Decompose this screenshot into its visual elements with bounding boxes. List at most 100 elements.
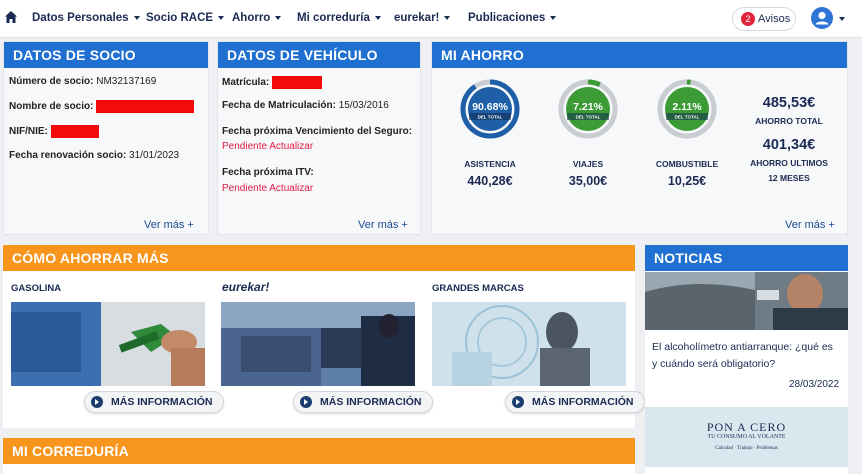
socio-card: DATOS DE SOCIO Número de socio: NM321371… [3,41,209,235]
como-ahorrar-title: CÓMO AHORRAR MÁS [3,245,635,271]
arrow-right-icon [512,396,524,408]
eurekar-image[interactable] [221,302,415,386]
chevron-down-icon [133,15,140,20]
chevron-down-icon [550,15,557,20]
category-title-grandes-marcas: GRANDES MARCAS [432,283,524,294]
nav-publicaciones[interactable]: Publicaciones [468,12,557,24]
news-image[interactable] [645,272,848,330]
nav-mi-correduria[interactable]: Mi correduría [297,12,381,24]
ahorro-ultimos-value: 401,34€ [762,137,816,153]
donut-chart: 2.11% DEL TOTAL [657,79,717,139]
donut-amount: 10,25€ [667,174,707,188]
donut-percent-label: 2.11% [672,101,702,113]
socio-renovacion: Fecha renovación socio: 31/01/2023 [9,150,180,161]
nav-eurekar[interactable]: eurekar! [394,12,451,24]
donut-chart: 7.21% DEL TOTAL [558,79,618,139]
chevron-down-icon [275,15,282,20]
top-navigation: Datos Personales Socio RACE Ahorro Mi co… [0,0,862,38]
category-title-gasolina: GASOLINA [11,283,62,294]
arrow-right-icon [91,396,103,408]
mas-informacion-gasolina-button[interactable]: MÁS INFORMACIÓN [84,391,224,413]
redacted-block [272,76,323,89]
mas-informacion-grandes-marcas-button[interactable]: MÁS INFORMACIÓN [505,391,645,413]
donut-amount: 35,00€ [568,174,608,188]
redacted-block [96,100,195,113]
avisos-button[interactable]: 2 Avisos [732,7,796,31]
user-avatar-icon [815,11,829,25]
donut-percent-label: 7.21% [573,101,603,113]
chevron-down-icon [374,15,381,20]
donut-sub-label: DEL TOTAL [675,115,700,120]
donut-viajes: 7.21% DEL TOTAL [557,78,619,140]
socio-nif: NIF/NIE: [9,125,99,138]
vehiculo-seguro-label: Fecha próxima Vencimiento del Seguro: [222,126,413,137]
correduria-title: MI CORREDURÍA [3,438,635,464]
vehiculo-seguro-value: Pendiente Actualizar [222,141,314,152]
nav-label: eurekar! [394,12,440,24]
gasolina-image[interactable] [11,302,205,386]
socio-ver-mas-link[interactable]: Ver más + [144,219,194,231]
nav-datos-personales[interactable]: Datos Personales [32,12,140,24]
nav-label: Mi correduría [297,12,370,24]
vehiculo-fecha-matriculacion: Fecha de Matriculación: 15/03/2016 [222,100,389,111]
ahorro-total-value: 485,53€ [762,95,816,111]
eurekar-logo: eurekar! [222,280,270,294]
donut-chart: 90.68% DEL TOTAL [460,79,520,139]
ahorro-card-title: MI AHORRO [432,42,847,68]
avisos-count-badge: 2 [741,12,755,26]
ahorro-ultimos-label: AHORRO ULTIMOS [750,158,828,168]
arrow-right-icon [300,396,312,408]
nav-label: Socio RACE [146,12,214,24]
banner-small-text: Calculad · Trabajo · Problemas [715,446,778,451]
donut-name: VIAJES [572,159,604,169]
news-date: 28/03/2022 [789,379,840,390]
donut-asistencia: 90.68% DEL TOTAL [459,78,521,140]
banner-title: PON A CERO [706,420,787,434]
user-menu-button[interactable] [811,7,845,29]
vehiculo-itv-value: Pendiente Actualizar [222,183,314,194]
ahorro-ver-mas-link[interactable]: Ver más + [785,219,835,231]
ahorro-ultimos-label-2: 12 MESES [768,173,810,183]
chevron-down-icon [444,15,451,20]
vehiculo-ver-mas-link[interactable]: Ver más + [358,219,408,231]
driver-alcoholimetro-illustration [645,272,848,330]
donut-sub-label: DEL TOTAL [576,115,601,120]
donut-sub-label: DEL TOTAL [478,115,503,120]
nav-label: Datos Personales [32,12,129,24]
vehiculo-card: DATOS DE VEHÍCULO Matrícula: Fecha de Ma… [217,41,421,235]
donut-name: COMBUSTIBLE [655,159,719,169]
nav-label: Publicaciones [468,12,546,24]
mechanic-illustration [221,302,415,386]
socio-numero: Número de socio: NM32137169 [9,76,157,87]
donut-percent-label: 90.68% [472,101,508,113]
nav-socio-race[interactable]: Socio RACE [146,12,225,24]
chevron-down-icon [218,15,225,20]
como-ahorrar-section: CÓMO AHORRAR MÁS GASOLINA eurekar! GRAND… [3,245,645,428]
home-icon[interactable] [4,10,18,24]
nav-ahorro[interactable]: Ahorro [232,12,282,24]
ahorro-card: MI AHORRO 90.68% DEL TOTAL 7.21% DEL TOTAL… [431,41,848,235]
vehiculo-card-title: DATOS DE VEHÍCULO [218,42,420,68]
grandes-marcas-image[interactable] [432,302,626,386]
socio-nombre: Nombre de socio: [9,100,195,113]
noticias-section: NOTICIAS El alcoholímetro antiarranque: … [645,245,848,474]
vehiculo-itv-label: Fecha próxima ITV: [222,167,314,178]
donut-amount: 440,28€ [467,174,513,188]
ahorro-total-label: AHORRO TOTAL [755,116,823,126]
avisos-label: Avisos [758,13,791,25]
redacted-block [50,125,99,138]
donut-combustible: 2.11% DEL TOTAL [656,78,718,140]
chevron-down-icon [839,17,845,21]
mas-informacion-eurekar-button[interactable]: MÁS INFORMACIÓN [293,391,433,413]
gasolina-illustration [11,302,205,386]
nav-label: Ahorro [232,12,271,24]
pon-a-cero-banner[interactable]: PON A CERO TU CONSUMO AL VOLANTE Calcula… [645,407,848,467]
vehiculo-matricula: Matrícula: [222,76,323,89]
banner-subtitle: TU CONSUMO AL VOLANTE [707,434,786,440]
technology-illustration [432,302,626,386]
noticias-title: NOTICIAS [645,245,848,271]
socio-card-title: DATOS DE SOCIO [4,42,208,68]
news-headline-link[interactable]: El alcoholímetro antiarranque: ¿qué es y… [652,339,836,373]
donut-name: ASISTENCIA [464,159,516,169]
correduria-section: MI CORREDURÍA [3,438,635,474]
